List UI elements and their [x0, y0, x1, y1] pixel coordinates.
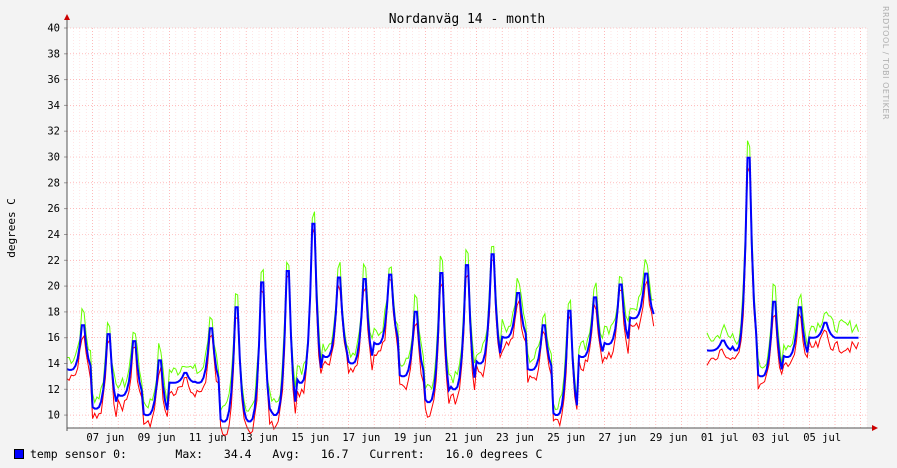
y-tick-label: 30 [47, 152, 60, 164]
x-tick-label: 09 jun [138, 432, 176, 444]
y-axis-label: degrees C [5, 198, 18, 258]
y-tick-label: 16 [47, 332, 60, 344]
y-tick-label: 24 [47, 229, 60, 241]
y-tick-label: 14 [47, 358, 60, 370]
x-tick-label: 17 jun [342, 432, 380, 444]
y-tick-label: 10 [47, 410, 60, 422]
y-tick-label: 28 [47, 177, 60, 189]
x-tick-label: 01 jul [701, 432, 739, 444]
y-tick-label: 20 [47, 281, 60, 293]
y-tick-label: 40 [47, 23, 60, 35]
y-tick-label: 34 [47, 100, 60, 112]
y-tick-label: 38 [47, 48, 60, 60]
plot-area [67, 28, 867, 428]
y-tick-label: 26 [47, 203, 60, 215]
stat-avg-value: 16.7 [320, 447, 349, 461]
stat-max-label: Max: [175, 447, 204, 461]
y-tick-label: 12 [47, 384, 60, 396]
y-axis-arrow [64, 14, 70, 20]
chart-title: Nordanväg 14 - month [389, 12, 546, 27]
y-tick-label: 22 [47, 255, 60, 267]
x-tick-label: 29 jun [650, 432, 688, 444]
stat-current-label: Current: [369, 447, 425, 461]
y-tick-label: 32 [47, 126, 60, 138]
x-tick-label: 05 jul [803, 432, 841, 444]
stat-max-value: 34.4 [223, 447, 252, 461]
x-tick-label: 03 jul [752, 432, 790, 444]
y-tick-label: 36 [47, 74, 60, 86]
rrdtool-watermark: RRDTOOL / TOBI OETIKER [881, 6, 890, 121]
temperature-chart: 10 12 14 16 18 20 22 24 26 28 30 32 34 36 38 40 07 jun 09… [5, 12, 878, 444]
legend: temp sensor 0: Max: 34.4 Avg: 16.7 Curre… [14, 447, 542, 461]
legend-series-name: temp sensor 0: [30, 447, 127, 461]
x-tick-label: 11 jun [189, 432, 227, 444]
x-tick-label: 19 jun [394, 432, 432, 444]
legend-swatch [14, 449, 24, 459]
x-tick-label: 23 jun [496, 432, 534, 444]
y-tick-label: 18 [47, 306, 60, 318]
x-tick-label: 13 jun [240, 432, 278, 444]
x-tick-label: 27 jun [598, 432, 636, 444]
x-tick-label: 21 jun [445, 432, 483, 444]
x-tick-label: 15 jun [291, 432, 329, 444]
stat-current-value: 16.0 degrees C [445, 447, 543, 461]
x-tick-label: 07 jun [86, 432, 124, 444]
x-axis-arrow [872, 425, 878, 431]
stat-avg-label: Avg: [272, 447, 301, 461]
x-tick-label: 25 jun [547, 432, 585, 444]
